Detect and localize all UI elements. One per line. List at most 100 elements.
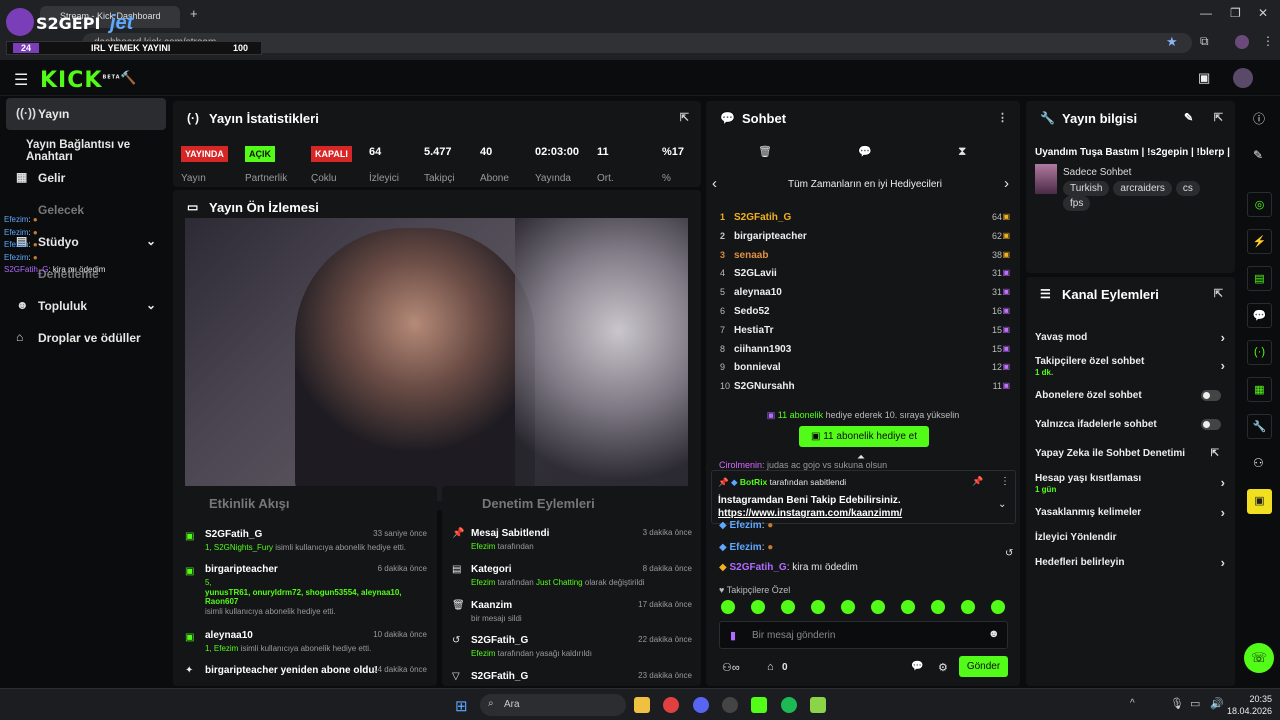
channel-action-item[interactable]: Yasaklanmış kelimeler › — [1035, 505, 1225, 520]
emote-button[interactable] — [961, 600, 975, 614]
community-icon[interactable]: ⚇ — [1253, 456, 1264, 470]
taskbar-search[interactable]: ⌕ Ara — [480, 694, 626, 716]
menu-icon[interactable]: ☰ — [14, 70, 28, 90]
rail-button-wrench[interactable]: 🔧 — [1247, 414, 1272, 439]
gifter-row[interactable]: 3 senaab 38 ▣ — [720, 250, 1010, 268]
info-icon[interactable]: ⓘ — [1253, 110, 1265, 127]
channel-action-item[interactable]: Yapay Zeka ile Sohbet Denetimi ⇱ — [1035, 448, 1225, 459]
chat-input[interactable]: ▮ Bir mesaj gönderin ☻ — [719, 621, 1008, 649]
chat-bubble-icon[interactable]: 💬 — [858, 145, 872, 158]
gifter-row[interactable]: 1 S2GFatih_G 64 ▣ — [720, 212, 1010, 230]
tag[interactable]: Turkish — [1063, 181, 1110, 196]
browser-menu-icon[interactable]: ⋮ — [1262, 34, 1274, 48]
mic-icon[interactable]: 🎙 — [1170, 697, 1184, 710]
sidebar-item-drops[interactable]: ⌂ Droplar ve ödüller — [6, 322, 166, 354]
toggle-switch[interactable] — [1201, 419, 1221, 430]
channel-action-item[interactable]: Hedefleri belirleyin › — [1035, 555, 1225, 570]
rail-button-broadcast[interactable]: (·) — [1247, 340, 1272, 365]
app-icon[interactable] — [810, 697, 826, 713]
channel-action-item[interactable]: İzleyici Yönlendir — [1035, 532, 1225, 543]
sidebar-item-revenue[interactable]: ▦ Gelir — [6, 162, 166, 194]
leaderboard-next-button[interactable]: › — [1004, 175, 1009, 192]
tray-chevron-icon[interactable]: ^ — [1130, 698, 1135, 709]
emote-button[interactable] — [781, 600, 795, 614]
popout-icon[interactable]: ⇱ — [1214, 287, 1223, 300]
tag[interactable]: cs — [1175, 181, 1200, 196]
emote-button[interactable] — [991, 600, 1005, 614]
sidebar-item-community[interactable]: ☻ Topluluk ⌄ — [6, 290, 166, 322]
obs-icon[interactable] — [722, 697, 738, 713]
maximize-icon[interactable]: ❐ — [1230, 6, 1241, 20]
emote-button[interactable] — [931, 600, 945, 614]
history-icon[interactable]: ↺ — [1005, 548, 1013, 559]
discord-icon[interactable] — [693, 697, 709, 713]
sidebar-item-stream[interactable]: ((·)) Yayın — [6, 98, 166, 130]
tag[interactable]: fps — [1063, 196, 1091, 211]
rail-button-chat[interactable]: 💬 — [1247, 303, 1272, 328]
unpin-icon[interactable]: 📌 — [972, 476, 983, 487]
expand-icon[interactable]: ⌄ — [998, 499, 1006, 510]
channel-action-item[interactable]: Takipçilere özel sohbet 1 dk. › — [1035, 356, 1225, 377]
gifter-row[interactable]: 10 S2GNursahh 11 ▣ — [720, 381, 1010, 399]
gifter-row[interactable]: 6 Sedo52 16 ▣ — [720, 306, 1010, 324]
clock-time[interactable]: 20:35 — [1236, 694, 1272, 704]
minimize-icon[interactable]: — — [1200, 6, 1212, 20]
emote-button[interactable] — [811, 600, 825, 614]
new-tab-button[interactable]: + — [190, 6, 198, 21]
sidebar-item-stream-key[interactable]: Yayın Bağlantısı ve Anahtarı — [6, 130, 176, 163]
gifter-row[interactable]: 5 aleynaa10 31 ▣ — [720, 287, 1010, 305]
profile-avatar[interactable] — [1235, 35, 1249, 49]
rail-button-doc[interactable]: ▤ — [1247, 266, 1272, 291]
gifter-row[interactable]: 2 birgaripteacher 62 ▣ — [720, 231, 1010, 249]
popout-icon[interactable]: ⇱ — [1214, 111, 1223, 124]
community-icon[interactable]: ⚇∞ — [722, 661, 740, 674]
leaderboard-prev-button[interactable]: ‹ — [712, 175, 717, 192]
pinned-link[interactable]: https://www.instagram.com/kaanzimm/ — [718, 508, 902, 519]
popout-icon[interactable]: ⇱ — [680, 111, 689, 124]
channel-action-item[interactable]: Abonelere özel sohbet — [1035, 390, 1225, 401]
emote-button[interactable] — [721, 600, 735, 614]
wrench-icon[interactable]: 🔨 — [120, 70, 136, 86]
support-button[interactable]: ☏ — [1244, 643, 1274, 673]
gift-subs-button[interactable]: ▣ 11 abonelik hediye et — [799, 426, 929, 447]
file-explorer-icon[interactable] — [634, 697, 650, 713]
clock-date[interactable]: 18.04.2026 — [1222, 706, 1272, 716]
pencil-icon[interactable]: ✎ — [1253, 148, 1263, 162]
emote-button[interactable] — [901, 600, 915, 614]
rail-button-clip[interactable]: ▣ — [1247, 489, 1272, 514]
windows-start-icon[interactable]: ⊞ — [455, 697, 471, 715]
camera-icon[interactable]: ▣ — [1198, 70, 1210, 86]
rail-button-target[interactable]: ◎ — [1247, 192, 1272, 217]
bookmark-star-icon[interactable]: ★ — [1166, 34, 1178, 50]
rail-button-layout[interactable]: ▦ — [1247, 377, 1272, 402]
emote-button[interactable] — [751, 600, 765, 614]
close-icon[interactable]: ✕ — [1258, 6, 1268, 20]
kick-app-icon[interactable] — [751, 697, 767, 713]
gear-icon[interactable]: ⚙ — [938, 661, 948, 674]
edit-icon[interactable]: ✎ — [1184, 111, 1193, 124]
chat-bubble-icon[interactable]: 💬 — [911, 661, 923, 672]
toggle-switch[interactable] — [1201, 390, 1221, 401]
send-button[interactable]: Gönder — [959, 656, 1008, 677]
emote-button[interactable] — [841, 600, 855, 614]
hourglass-icon[interactable]: ⧗ — [958, 144, 966, 159]
emote-button[interactable] — [871, 600, 885, 614]
emoji-icon[interactable]: ☻ — [988, 628, 1000, 640]
network-icon[interactable]: ▭ — [1190, 697, 1200, 710]
gifter-row[interactable]: 4 S2GLavii 31 ▣ — [720, 268, 1010, 286]
channel-action-item[interactable]: Hesap yaşı kısıtlaması 1 gün › — [1035, 473, 1225, 494]
kick-logo[interactable]: KICKBETA — [40, 68, 121, 93]
gifter-row[interactable]: 9 bonnieval 12 ▣ — [720, 362, 1010, 380]
channel-action-item[interactable]: Yavaş mod › — [1035, 330, 1225, 345]
chrome-icon[interactable] — [663, 697, 679, 713]
gifter-row[interactable]: 8 ciihann1903 15 ▣ — [720, 344, 1010, 362]
spotify-icon[interactable] — [781, 697, 797, 713]
gifter-row[interactable]: 7 HestiaTr 15 ▣ — [720, 325, 1010, 343]
mic-icon[interactable]: ▮ — [730, 629, 736, 642]
extensions-icon[interactable]: ⧉ — [1200, 34, 1209, 49]
channel-action-item[interactable]: Yalnızca ifadelerle sohbet — [1035, 419, 1225, 430]
pinned-more-icon[interactable]: ⋮ — [1000, 476, 1010, 487]
trash-icon[interactable]: 🗑 — [758, 145, 772, 158]
rail-button-bolt[interactable]: ⚡ — [1247, 229, 1272, 254]
user-avatar[interactable] — [1233, 68, 1253, 88]
